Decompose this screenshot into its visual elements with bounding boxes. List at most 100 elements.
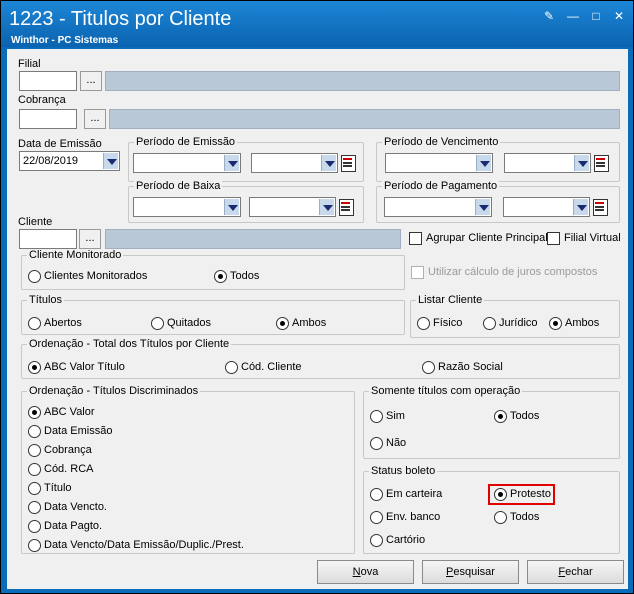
chevron-down-icon[interactable]	[319, 199, 334, 215]
radio-label: Cartório	[386, 534, 426, 546]
data-emissao-field[interactable]: 22/08/2019	[19, 151, 120, 171]
window-title: 1223 - Titulos por Cliente	[9, 8, 232, 30]
filial-description	[105, 71, 620, 91]
calendar-icon[interactable]	[592, 153, 610, 173]
periodo-baixa-fim[interactable]	[249, 197, 336, 217]
periodo-pagamento-fim[interactable]	[503, 197, 590, 217]
maximize-icon[interactable]: □	[588, 9, 604, 23]
chevron-down-icon[interactable]	[103, 153, 118, 169]
calendar-icon[interactable]	[339, 153, 357, 173]
radio-label: Jurídico	[499, 317, 538, 329]
titulos-title: Títulos	[27, 294, 65, 306]
calendar-icon[interactable]	[337, 197, 355, 217]
ordenacao-disc-title: Ordenação - Títulos Discriminados	[27, 385, 201, 397]
somente-titulos-title: Somente títulos com operação	[369, 385, 523, 397]
radio-label: Clientes Monitorados	[44, 270, 148, 282]
nova-label: ova	[360, 566, 379, 578]
periodo-pagamento-group: Período de Pagamento	[376, 180, 620, 223]
radio-label: Todos	[510, 511, 540, 523]
filial-input[interactable]	[19, 71, 77, 91]
minimize-icon[interactable]: —	[565, 9, 581, 23]
cobranca-description	[109, 109, 620, 129]
filial-lookup-button[interactable]: ...	[80, 71, 102, 91]
cliente-description	[105, 229, 401, 249]
periodo-baixa-inicio[interactable]	[133, 197, 241, 217]
periodo-pagamento-title: Período de Pagamento	[382, 180, 500, 192]
radio-label: Cód. RCA	[44, 463, 94, 475]
radio-label: Razão Social	[438, 361, 503, 373]
radio-label: Não	[386, 437, 407, 449]
cliente-lookup-button[interactable]: ...	[79, 229, 101, 249]
listar-cliente-group: Listar Cliente Físico Jurídico Ambos	[410, 294, 620, 338]
filial-label: Filial	[18, 58, 41, 70]
fechar-label: echar	[565, 566, 593, 578]
periodo-pagamento-inicio[interactable]	[384, 197, 492, 217]
periodo-vencimento-title: Período de Vencimento	[382, 136, 501, 148]
ordenacao-total-group: Ordenação - Total dos Títulos por Client…	[21, 338, 620, 379]
close-icon[interactable]: ✕	[611, 9, 627, 23]
chevron-down-icon[interactable]	[475, 199, 490, 215]
window-subtitle: Winthor - PC Sistemas	[11, 35, 119, 46]
chevron-down-icon[interactable]	[321, 155, 336, 171]
somente-titulos-group: Somente títulos com operação Sim Todos N…	[363, 385, 620, 459]
radio-label: Abertos	[44, 317, 82, 329]
cliente-label: Cliente	[18, 216, 53, 228]
pesquisar-button[interactable]: Pesquisar	[422, 560, 519, 584]
ordenacao-disc-group: Ordenação - Títulos Discriminados ABC Va…	[21, 385, 355, 554]
radio-label: Quitados	[167, 317, 212, 329]
radio-label: Ambos	[565, 317, 600, 329]
periodo-emissao-group: Período de Emissão	[128, 136, 364, 182]
radio-label: Data Emissão	[44, 425, 113, 437]
periodo-baixa-title: Período de Baixa	[134, 180, 223, 192]
radio-label: Título	[44, 482, 72, 494]
chevron-down-icon[interactable]	[476, 155, 491, 171]
radio-label: Env. banco	[386, 511, 441, 523]
nova-mnemonic: N	[352, 566, 361, 578]
radio-label: Todos	[230, 270, 260, 282]
calendar-icon[interactable]	[591, 197, 609, 217]
cliente-monitorado-title: Cliente Monitorado	[27, 249, 124, 261]
filial-virtual-label: Filial Virtual	[564, 232, 621, 244]
app-window: 1223 - Titulos por Cliente Winthor - PC …	[0, 0, 634, 594]
radio-label: Data Pagto.	[44, 520, 103, 532]
juros-label: Utilizar cálculo de juros compostos	[428, 266, 598, 278]
title-bar: 1223 - Titulos por Cliente Winthor - PC …	[1, 1, 633, 47]
cliente-monitorado-group: Cliente Monitorado Clientes Monitorados …	[21, 249, 405, 290]
periodo-baixa-group: Período de Baixa	[128, 180, 364, 223]
periodo-emissao-fim[interactable]	[251, 153, 338, 173]
cliente-input[interactable]	[19, 229, 77, 249]
periodo-vencimento-inicio[interactable]	[385, 153, 493, 173]
chevron-down-icon[interactable]	[574, 155, 589, 171]
status-boleto-group: Status boleto Em carteira Protesto Env. …	[363, 465, 620, 554]
radio-label: ABC Valor	[44, 406, 95, 418]
radio-label: Em carteira	[386, 488, 443, 500]
radio-label: Cobrança	[44, 444, 92, 456]
pesquisar-label: esquisar	[453, 566, 495, 578]
radio-label: ABC Valor Título	[44, 361, 125, 373]
radio-label: Data Vencto.	[44, 501, 107, 513]
periodo-emissao-inicio[interactable]	[133, 153, 241, 173]
cobranca-label: Cobrança	[18, 94, 66, 106]
chevron-down-icon[interactable]	[573, 199, 588, 215]
radio-label: Sim	[386, 410, 405, 422]
cobranca-lookup-button[interactable]: ...	[84, 109, 106, 129]
radio-label: Cód. Cliente	[241, 361, 302, 373]
titulos-group: Títulos Abertos Quitados Ambos	[21, 294, 405, 335]
ordenacao-total-title: Ordenação - Total dos Títulos por Client…	[27, 338, 232, 350]
chevron-down-icon[interactable]	[224, 199, 239, 215]
periodo-emissao-title: Período de Emissão	[134, 136, 238, 148]
form-area: Filial ... Cobrança ... Data de Emissão …	[7, 49, 628, 589]
radio-label: Físico	[433, 317, 463, 329]
nova-button[interactable]: Nova	[317, 560, 414, 584]
cobranca-input[interactable]	[19, 109, 77, 129]
edit-icon[interactable]: ✎	[541, 9, 557, 23]
data-emissao-label: Data de Emissão	[18, 138, 102, 150]
periodo-vencimento-group: Período de Vencimento	[376, 136, 620, 182]
highlight-box	[488, 484, 555, 505]
radio-label: Todos	[510, 410, 540, 422]
periodo-vencimento-fim[interactable]	[504, 153, 591, 173]
status-boleto-title: Status boleto	[369, 465, 438, 477]
chevron-down-icon[interactable]	[224, 155, 239, 171]
fechar-button[interactable]: Fechar	[527, 560, 624, 584]
agrupar-label: Agrupar Cliente Principal	[426, 232, 548, 244]
